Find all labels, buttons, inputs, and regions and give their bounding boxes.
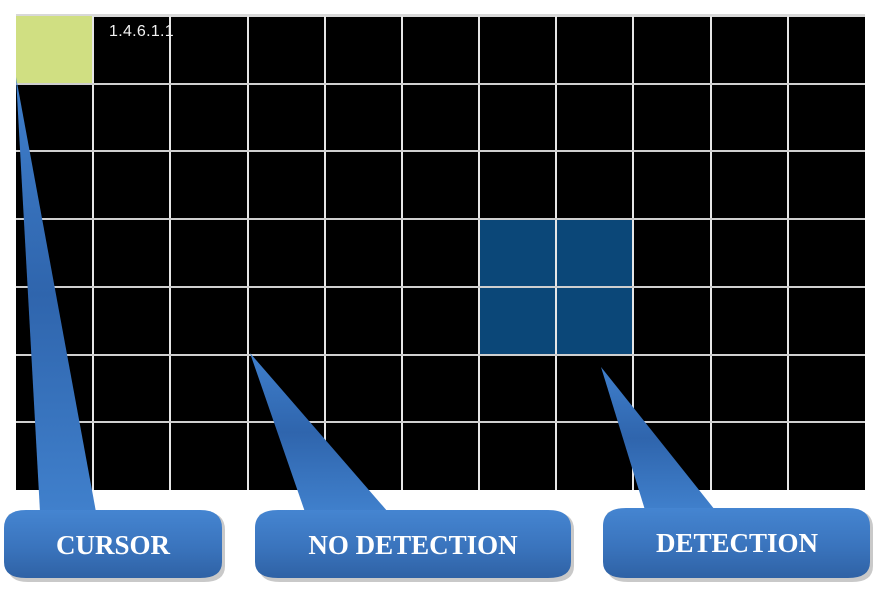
callout-detection-label: DETECTION bbox=[656, 528, 819, 558]
callout-cursor: CURSOR bbox=[4, 77, 225, 582]
callout-no-detection: NO DETECTION bbox=[250, 353, 574, 582]
callout-cursor-tail bbox=[16, 77, 96, 512]
callouts-layer: CURSOR NO DETECTION DETECTION bbox=[4, 77, 873, 582]
callout-detection: DETECTION bbox=[601, 367, 873, 582]
callout-cursor-label: CURSOR bbox=[56, 530, 171, 560]
callout-no-detection-tail bbox=[250, 353, 388, 512]
callout-no-detection-label: NO DETECTION bbox=[308, 530, 518, 560]
callout-detection-tail bbox=[601, 367, 715, 510]
